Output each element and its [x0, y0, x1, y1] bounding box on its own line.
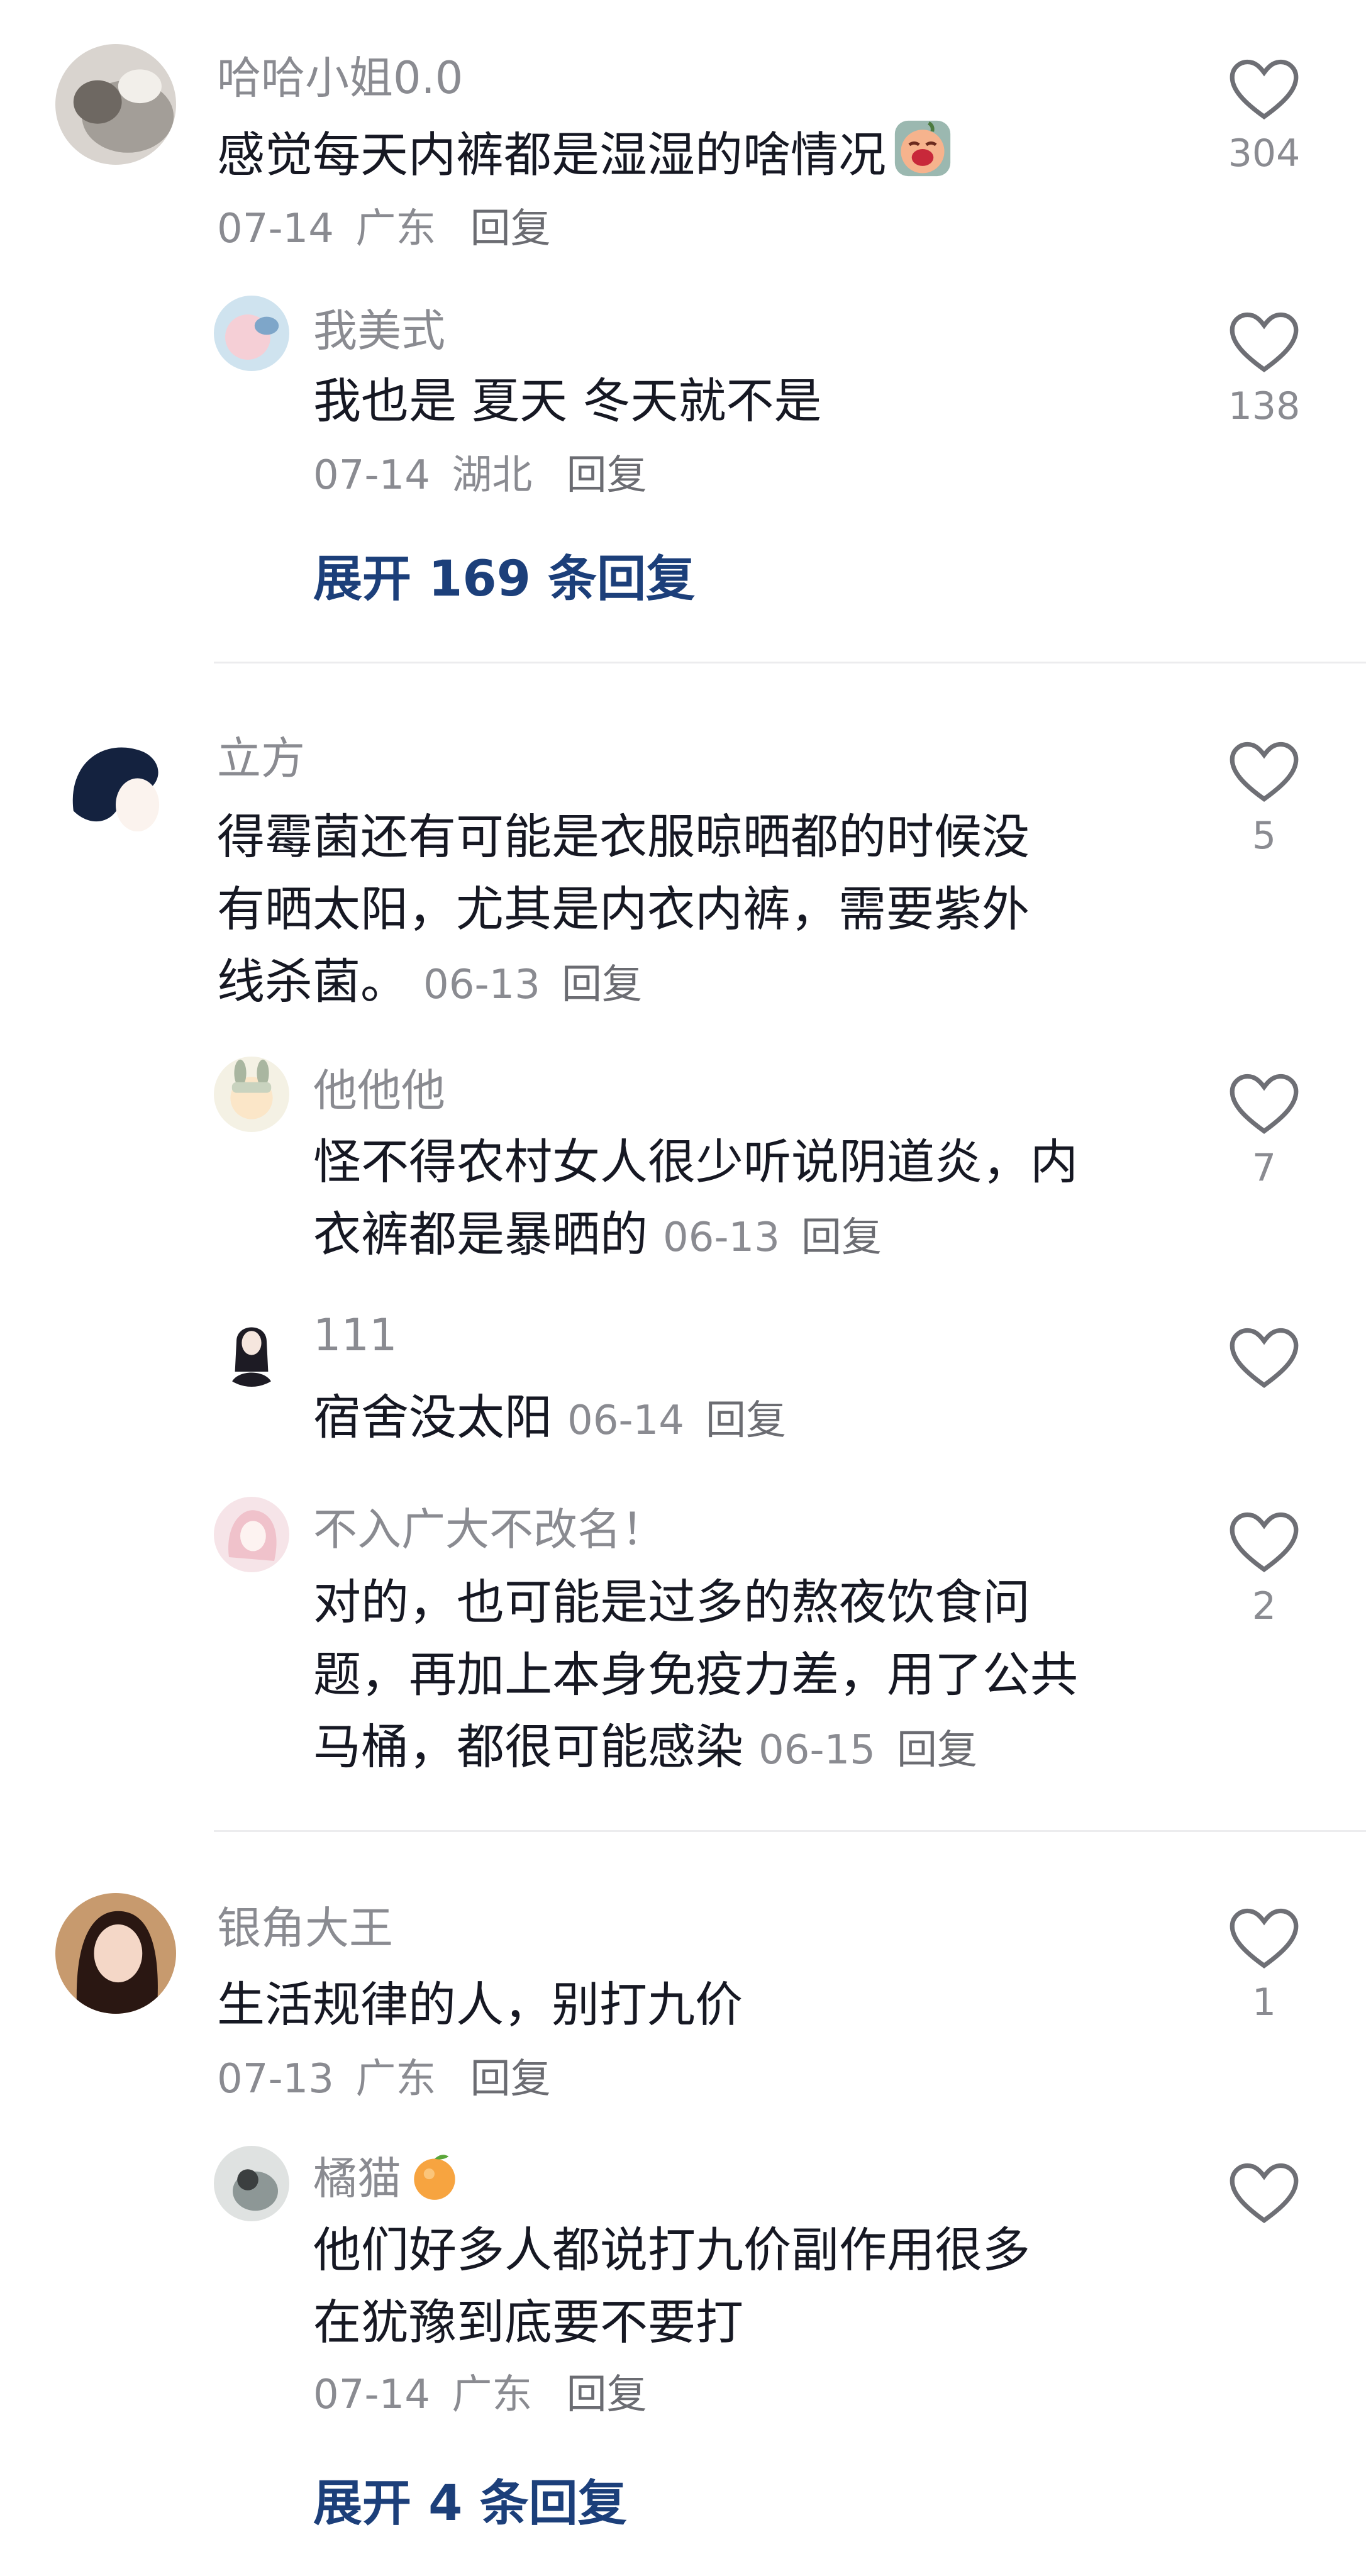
tangerine-emoji: [408, 2149, 462, 2214]
reply-username-row: 橘猫: [313, 2143, 462, 2214]
like-button[interactable]: 2: [1208, 1509, 1321, 1629]
like-count: 138: [1228, 384, 1301, 428]
avatar-yinjiaodawang[interactable]: [55, 1893, 176, 2014]
reply-text: 我也是 夏天 冬天就不是: [313, 373, 822, 429]
reply-date: 06-13: [663, 1214, 780, 1261]
reply-meta: 06-14 回复: [567, 1397, 786, 1444]
reply-date: 06-15: [758, 1727, 875, 1774]
like-button[interactable]: 1: [1208, 1906, 1321, 2025]
reply-button[interactable]: 回复: [470, 206, 551, 252]
like-count: 2: [1252, 1584, 1277, 1628]
avatar-111[interactable]: [214, 1311, 289, 1387]
avatar-tatata[interactable]: [214, 1057, 289, 1132]
reply-text-line: 衣裤都是暴晒的 06-13 回复: [313, 1198, 1078, 1274]
avatar-jumao[interactable]: [214, 2146, 289, 2221]
reply-text-line: 他们好多人都说打九价副作用很多: [313, 2222, 1030, 2278]
heart-outline-icon: [1230, 1328, 1299, 1388]
like-button[interactable]: 304: [1208, 57, 1321, 176]
comment-text-line: 线杀菌。 06-13 回复: [217, 945, 1030, 1021]
heart-outline-icon: [1230, 741, 1299, 802]
reply-meta: 07-14 广东 回复: [313, 2362, 647, 2420]
reply-username[interactable]: 橘猫: [313, 2153, 401, 2204]
expand-replies-button[interactable]: 展开 4 条回复: [313, 2464, 627, 2534]
comment-date: 07-14: [217, 206, 334, 252]
expand-replies-button[interactable]: 展开 169 条回复: [313, 540, 695, 610]
like-count: 304: [1228, 131, 1301, 175]
reply-text-line: 马桶，都很可能感染 06-15 回复: [313, 1711, 1078, 1787]
comment-location: 广东: [355, 206, 436, 252]
reply-username[interactable]: 不入广大不改名！: [313, 1494, 665, 1558]
reply-text-content: 宿舍没太阳: [313, 1389, 552, 1445]
like-button[interactable]: [1208, 2160, 1321, 2226]
reply-button[interactable]: 回复: [567, 2372, 647, 2418]
comment-meta: 07-13 广东 回复: [217, 2046, 551, 2104]
reply-meta: 06-15 回复: [758, 1727, 977, 1774]
comment-location: 广东: [355, 2056, 436, 2102]
comment-text-tail: 线杀菌。: [217, 953, 408, 1009]
reply-location: 湖北: [452, 452, 533, 499]
comment-meta: 07-14 广东 回复: [217, 196, 551, 254]
like-button[interactable]: 7: [1208, 1071, 1321, 1191]
reply-button[interactable]: 回复: [706, 1397, 786, 1444]
reply-meta: 07-14 湖北 回复: [313, 443, 647, 501]
reply-date: 07-14: [313, 2372, 430, 2418]
comment-text-line: 得霉菌还有可能是衣服晾晒都的时候没: [217, 809, 1030, 865]
comment-text: 生活规律的人，别打九价: [217, 1977, 743, 2033]
avatar-hahaxiaojie[interactable]: [55, 44, 176, 165]
reply-text-tail: 衣裤都是暴晒的: [313, 1206, 648, 1262]
reply-username[interactable]: 我美式: [313, 296, 445, 359]
comment-date: 06-13: [423, 962, 540, 1008]
reply-date: 07-14: [313, 452, 430, 499]
reply-button[interactable]: 回复: [470, 2056, 551, 2102]
comment-text-line: 有晒太阳，尤其是内衣内裤，需要紫外: [217, 881, 1030, 937]
heart-outline-icon: [1230, 1512, 1299, 1572]
reply-text-line: 题，再加上本身免疫力差，用了公共: [313, 1646, 1078, 1702]
crying-face-emoji: [892, 118, 953, 198]
like-button[interactable]: [1208, 1325, 1321, 1391]
comment-username[interactable]: 哈哈小姐0.0: [217, 43, 463, 106]
reply-username[interactable]: 111: [313, 1309, 397, 1361]
divider: [214, 662, 1366, 663]
comment-username[interactable]: 立方: [217, 723, 305, 787]
reply-meta: 06-13 回复: [663, 1214, 882, 1261]
like-button[interactable]: 5: [1208, 739, 1321, 858]
heart-outline-icon: [1230, 1908, 1299, 1968]
avatar-womeishi[interactable]: [214, 296, 289, 371]
heart-outline-icon: [1230, 59, 1299, 119]
comment-meta: 06-13 回复: [423, 962, 642, 1008]
like-count: 5: [1252, 814, 1277, 858]
like-button[interactable]: 138: [1208, 309, 1321, 429]
comment-text: 感觉每天内裤都是湿湿的啥情况: [217, 118, 953, 198]
comment-username[interactable]: 银角大王: [217, 1893, 393, 1957]
divider: [214, 1830, 1366, 1832]
reply-text: 对的，也可能是过多的熬夜饮食问 题，再加上本身免疫力差，用了公共 马桶，都很可能…: [313, 1566, 1078, 1787]
reply-location: 广东: [452, 2372, 533, 2418]
reply-date: 06-14: [567, 1397, 684, 1444]
reply-text: 宿舍没太阳 06-14 回复: [313, 1381, 786, 1457]
reply-text-line: 在犹豫到底要不要打: [313, 2294, 743, 2350]
reply-text: 怪不得农村女人很少听说阴道炎，内 衣裤都是暴晒的 06-13 回复: [313, 1126, 1078, 1274]
reply-button[interactable]: 回复: [801, 1214, 882, 1261]
reply-text-line: 怪不得农村女人很少听说阴道炎，内: [313, 1134, 1078, 1190]
comment-text-content: 感觉每天内裤都是湿湿的啥情况: [217, 126, 886, 183]
like-count: 7: [1252, 1146, 1277, 1190]
heart-outline-icon: [1230, 312, 1299, 372]
reply-text-line: 对的，也可能是过多的熬夜饮食问: [313, 1574, 1030, 1630]
comment-date: 07-13: [217, 2056, 334, 2102]
reply-button[interactable]: 回复: [897, 1727, 977, 1774]
reply-button[interactable]: 回复: [567, 452, 647, 499]
heart-outline-icon: [1230, 2163, 1299, 2223]
heart-outline-icon: [1230, 1074, 1299, 1134]
like-count: 1: [1252, 1980, 1277, 2024]
comment-text: 得霉菌还有可能是衣服晾晒都的时候没 有晒太阳，尤其是内衣内裤，需要紫外 线杀菌。…: [217, 801, 1030, 1021]
reply-text: 他们好多人都说打九价副作用很多 在犹豫到底要不要打: [313, 2214, 1030, 2358]
avatar-lifang[interactable]: [55, 726, 176, 847]
reply-text-tail: 马桶，都很可能感染: [313, 1719, 743, 1775]
avatar-buruguangda[interactable]: [214, 1497, 289, 1572]
reply-username[interactable]: 他他他: [313, 1055, 445, 1119]
reply-button[interactable]: 回复: [562, 962, 642, 1008]
